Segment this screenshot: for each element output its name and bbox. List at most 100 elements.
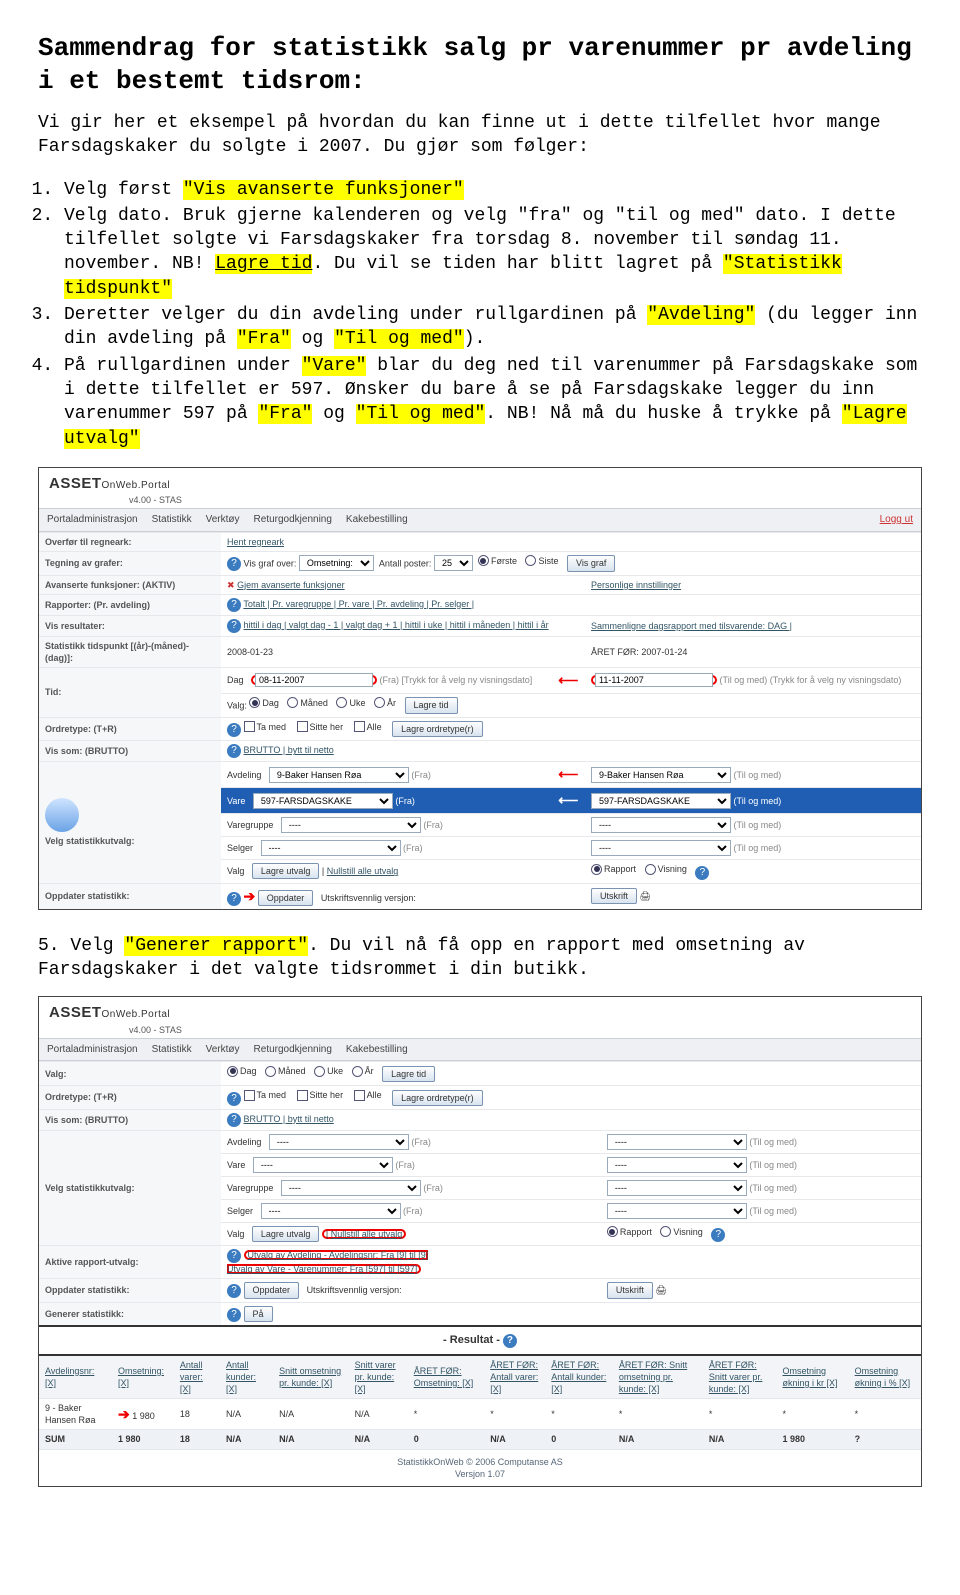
- chk-tamed[interactable]: Ta med: [244, 721, 287, 733]
- help-icon[interactable]: ?: [227, 1249, 241, 1263]
- oppdater-button[interactable]: Oppdater: [258, 890, 314, 906]
- help-icon[interactable]: ?: [711, 1228, 725, 1242]
- col-header[interactable]: Omsetning: [X]: [118, 1366, 164, 1388]
- avdeling-fra-select[interactable]: 9-Baker Hansen Røa: [269, 767, 409, 783]
- help-icon[interactable]: ?: [227, 1284, 241, 1298]
- col-header[interactable]: Avdelingsnr: [X]: [45, 1366, 94, 1388]
- nullstill-link[interactable]: Nullstill alle utvalg: [331, 1229, 403, 1239]
- menu-item[interactable]: Verktøy: [206, 513, 240, 527]
- personlige-innstillinger-link[interactable]: Personlige innstillinger: [591, 580, 681, 590]
- menu-item[interactable]: Portaladministrasjon: [47, 1043, 138, 1057]
- vis-graf-button[interactable]: Vis graf: [567, 555, 615, 571]
- col-header[interactable]: Snitt varer pr. kunde: [X]: [355, 1360, 396, 1394]
- avdeling-til-select[interactable]: ----: [607, 1134, 747, 1150]
- col-header[interactable]: Snitt omsetning pr. kunde: [X]: [279, 1366, 341, 1388]
- help-icon[interactable]: ?: [227, 619, 241, 633]
- lagre-ordretype-button[interactable]: Lagre ordretype(r): [392, 1090, 483, 1106]
- generer-button[interactable]: På: [244, 1306, 273, 1322]
- avdeling-til-select[interactable]: 9-Baker Hansen Røa: [591, 767, 731, 783]
- chk-alle[interactable]: Alle: [354, 721, 382, 733]
- menu-item[interactable]: Portaladministrasjon: [47, 513, 138, 527]
- brutto-link[interactable]: BRUTTO | bytt til netto: [244, 1114, 334, 1124]
- nullstill-link[interactable]: Nullstill alle utvalg: [327, 866, 399, 876]
- lagre-utvalg-button[interactable]: Lagre utvalg: [252, 1226, 320, 1242]
- logout-link[interactable]: Logg ut: [880, 513, 913, 527]
- help-icon[interactable]: ?: [695, 866, 709, 880]
- aktiv-utvalg-2[interactable]: Utvalg av Vare - Varenummer: Fra [597] t…: [227, 1264, 417, 1274]
- selger-til-select[interactable]: ----: [591, 840, 731, 856]
- chk-alle[interactable]: Alle: [354, 1089, 382, 1101]
- vare-fra-select[interactable]: 597-FARSDAGSKAKE: [253, 793, 393, 809]
- selger-fra-select[interactable]: ----: [261, 840, 401, 856]
- col-header[interactable]: ÅRET FØR: Antall kunder: [X]: [551, 1360, 606, 1394]
- antall-select[interactable]: 25: [434, 555, 473, 571]
- varegruppe-til-select[interactable]: ----: [607, 1180, 747, 1196]
- col-header[interactable]: ÅRET FØR: Omsetning: [X]: [414, 1366, 474, 1388]
- radio-dag[interactable]: Dag: [227, 1065, 257, 1077]
- varegruppe-til-select[interactable]: ----: [591, 817, 731, 833]
- vare-til-select[interactable]: ----: [607, 1157, 747, 1173]
- vare-fra-select[interactable]: ----: [253, 1157, 393, 1173]
- aktiv-utvalg-1[interactable]: Utvalg av Avdeling - Avdelingsnr: Fra [9…: [248, 1250, 429, 1260]
- help-icon[interactable]: ?: [227, 1113, 241, 1127]
- radio-rapport[interactable]: Rapport: [607, 1226, 652, 1238]
- cmp-link[interactable]: Sammenligne dagsrapport med tilsvarende:…: [591, 621, 792, 631]
- help-icon[interactable]: ?: [227, 598, 241, 612]
- radio-visning[interactable]: Visning: [645, 863, 687, 875]
- hent-regneark-link[interactable]: Hent regneark: [227, 537, 284, 547]
- help-icon[interactable]: ?: [227, 1092, 241, 1106]
- col-header[interactable]: Antall varer: [X]: [180, 1360, 203, 1394]
- radio-uke[interactable]: Uke: [336, 697, 365, 709]
- menu-item[interactable]: Kakebestilling: [346, 1043, 408, 1057]
- menu-item[interactable]: Kakebestilling: [346, 513, 408, 527]
- help-icon[interactable]: ?: [227, 744, 241, 758]
- radio-maned[interactable]: Måned: [287, 697, 328, 709]
- col-header[interactable]: Omsetning økning i % [X]: [855, 1366, 911, 1388]
- rapport-links[interactable]: Totalt | Pr. varegruppe | Pr. vare | Pr.…: [243, 599, 474, 609]
- menu-item[interactable]: Returgodkjenning: [254, 513, 332, 527]
- selger-fra-select[interactable]: ----: [261, 1203, 401, 1219]
- chk-sitteher[interactable]: Sitte her: [297, 1089, 344, 1101]
- chk-tamed[interactable]: Ta med: [244, 1089, 287, 1101]
- col-header[interactable]: ÅRET FØR: Snitt varer pr. kunde: [X]: [709, 1360, 763, 1394]
- col-header[interactable]: ÅRET FØR: Snitt omsetning pr. kunde: [X]: [619, 1360, 687, 1394]
- vare-til-select[interactable]: 597-FARSDAGSKAKE: [591, 793, 731, 809]
- menu-item[interactable]: Statistikk: [152, 1043, 192, 1057]
- visres-links[interactable]: hittil i dag | valgt dag - 1 | valgt dag…: [244, 620, 549, 630]
- radio-ar[interactable]: År: [374, 697, 396, 709]
- radio-siste[interactable]: Siste: [525, 555, 558, 567]
- col-header[interactable]: ÅRET FØR: Antall varer: [X]: [490, 1360, 538, 1394]
- help-icon[interactable]: ?: [227, 1308, 241, 1322]
- menu-item[interactable]: Returgodkjenning: [254, 1043, 332, 1057]
- col-header[interactable]: Omsetning økning i kr [X]: [782, 1366, 837, 1388]
- help-icon[interactable]: ?: [227, 557, 241, 571]
- brutto-link[interactable]: BRUTTO | bytt til netto: [244, 745, 334, 755]
- lagre-ordretype-button[interactable]: Lagre ordretype(r): [392, 721, 483, 737]
- gjem-avanserte-link[interactable]: Gjem avanserte funksjoner: [237, 580, 345, 590]
- chk-sitteher[interactable]: Sitte her: [297, 721, 344, 733]
- lagre-tid-button[interactable]: Lagre tid: [405, 697, 458, 713]
- radio-forste[interactable]: Første: [478, 555, 517, 567]
- avdeling-fra-select[interactable]: ----: [269, 1134, 409, 1150]
- radio-ar[interactable]: År: [352, 1065, 374, 1077]
- oppdater-button[interactable]: Oppdater: [244, 1282, 300, 1298]
- radio-visning[interactable]: Visning: [660, 1226, 702, 1238]
- til-dato-input[interactable]: [595, 673, 713, 687]
- radio-uke[interactable]: Uke: [314, 1065, 343, 1077]
- selger-til-select[interactable]: ----: [607, 1203, 747, 1219]
- radio-maned[interactable]: Måned: [265, 1065, 306, 1077]
- utskrift-button[interactable]: Utskrift: [607, 1282, 653, 1298]
- lagre-tid-button[interactable]: Lagre tid: [382, 1066, 435, 1082]
- radio-dag[interactable]: Dag: [249, 697, 279, 709]
- radio-rapport[interactable]: Rapport: [591, 863, 636, 875]
- help-icon[interactable]: ?: [227, 892, 241, 906]
- help-icon[interactable]: ?: [227, 723, 241, 737]
- help-icon[interactable]: ?: [503, 1334, 517, 1348]
- col-header[interactable]: Antall kunder: [X]: [226, 1360, 256, 1394]
- graf-select[interactable]: Omsetning:: [299, 555, 374, 571]
- menu-item[interactable]: Statistikk: [152, 513, 192, 527]
- fra-dato-input[interactable]: [255, 673, 373, 687]
- menu-item[interactable]: Verktøy: [206, 1043, 240, 1057]
- utskrift-button[interactable]: Utskrift: [591, 888, 637, 904]
- varegruppe-fra-select[interactable]: ----: [281, 1180, 421, 1196]
